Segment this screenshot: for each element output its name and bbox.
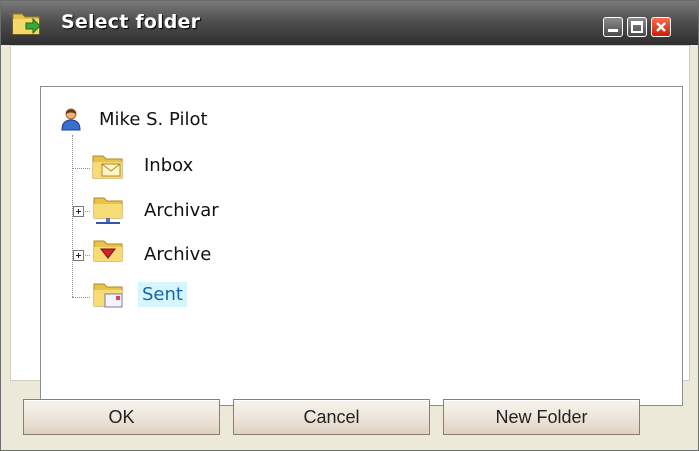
folder-tree[interactable]: Mike S. Pilot Inbox Archivar Archive Sen… <box>40 86 683 406</box>
inbox-folder-icon <box>92 155 123 179</box>
expand-toggle-archivar[interactable] <box>73 206 84 217</box>
close-button[interactable] <box>651 17 671 37</box>
folder-arrow-icon <box>12 13 41 35</box>
maximize-button[interactable] <box>627 17 647 37</box>
tree-item-archivar[interactable]: Archivar <box>144 200 219 221</box>
archive-network-folder-icon <box>93 197 123 224</box>
sent-folder-icon <box>93 283 123 308</box>
tree-item-sent[interactable]: Sent <box>138 282 187 307</box>
close-icon <box>656 22 666 32</box>
cancel-button[interactable]: Cancel <box>233 399 430 435</box>
dialog-body: Mike S. Pilot Inbox Archivar Archive Sen… <box>10 45 690 406</box>
tree-item-archive[interactable]: Archive <box>144 244 211 265</box>
tree-item-inbox[interactable]: Inbox <box>144 155 193 176</box>
expand-toggle-archive[interactable] <box>73 250 84 261</box>
new-folder-button[interactable]: New Folder <box>443 399 640 435</box>
button-bar: OK Cancel New Folder <box>10 384 690 444</box>
minimize-icon <box>608 29 618 32</box>
user-icon <box>61 108 81 131</box>
tree-guide-line <box>72 168 90 169</box>
title-bar[interactable]: Select folder <box>1 1 698 45</box>
ok-button[interactable]: OK <box>23 399 220 435</box>
tree-root-user[interactable]: Mike S. Pilot <box>99 109 208 130</box>
tree-guide-line <box>72 297 90 298</box>
archive-folder-icon <box>93 240 123 262</box>
select-folder-dialog: Select folder Mike S. Pilot Inbox Archiv… <box>0 0 699 451</box>
window-title: Select folder <box>61 11 201 33</box>
maximize-icon <box>631 21 643 33</box>
minimize-button[interactable] <box>603 17 623 37</box>
